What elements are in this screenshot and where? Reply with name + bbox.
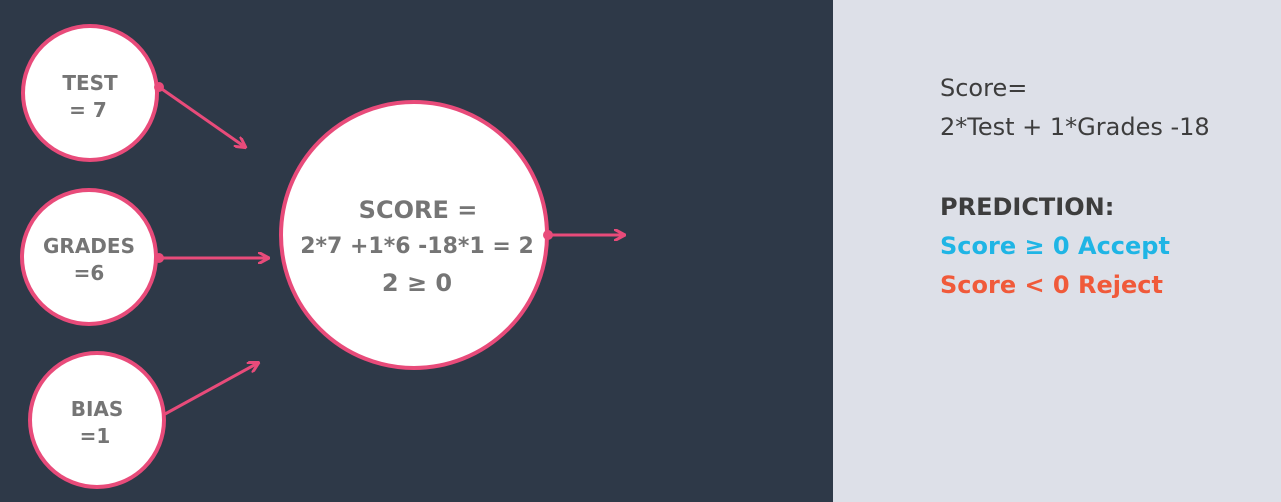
node-score: SCORE = 2*7 +1*6 -18*1 = 2 2 ≥ 0 bbox=[279, 100, 553, 370]
perceptron-diagram: TEST = 7 GRADES =6 BIAS =1 SCORE = 2*7 +… bbox=[20, 24, 833, 489]
edge-test-to-score bbox=[158, 85, 245, 147]
node-score-equation: 2*7 +1*6 -18*1 = 2 bbox=[300, 234, 534, 259]
node-test: TEST = 7 bbox=[21, 24, 164, 162]
node-score-comparison: 2 ≥ 0 bbox=[382, 269, 452, 297]
score-formula-heading: Score= bbox=[940, 74, 1028, 102]
node-bias-value: =1 bbox=[80, 424, 111, 448]
node-score-title: SCORE = bbox=[359, 196, 478, 224]
node-test-value: = 7 bbox=[69, 98, 107, 122]
node-grades: GRADES =6 bbox=[20, 188, 164, 326]
node-grades-port bbox=[154, 253, 164, 263]
prediction-title: PREDICTION: bbox=[940, 193, 1115, 221]
node-grades-label: GRADES bbox=[43, 234, 135, 258]
prediction-accept-rule: Score ≥ 0 Accept bbox=[940, 232, 1170, 260]
node-grades-value: =6 bbox=[74, 261, 105, 285]
node-test-port bbox=[154, 82, 164, 92]
slide: TEST = 7 GRADES =6 BIAS =1 SCORE = 2*7 +… bbox=[0, 0, 1281, 502]
edge-bias-to-score bbox=[164, 363, 258, 416]
node-bias-label: BIAS bbox=[71, 397, 124, 421]
node-test-label: TEST bbox=[62, 71, 118, 95]
prediction-reject-rule: Score < 0 Reject bbox=[940, 271, 1163, 299]
score-formula-expression: 2*Test + 1*Grades -18 bbox=[940, 113, 1210, 141]
node-bias: BIAS =1 bbox=[28, 351, 166, 489]
node-score-port bbox=[543, 230, 553, 240]
